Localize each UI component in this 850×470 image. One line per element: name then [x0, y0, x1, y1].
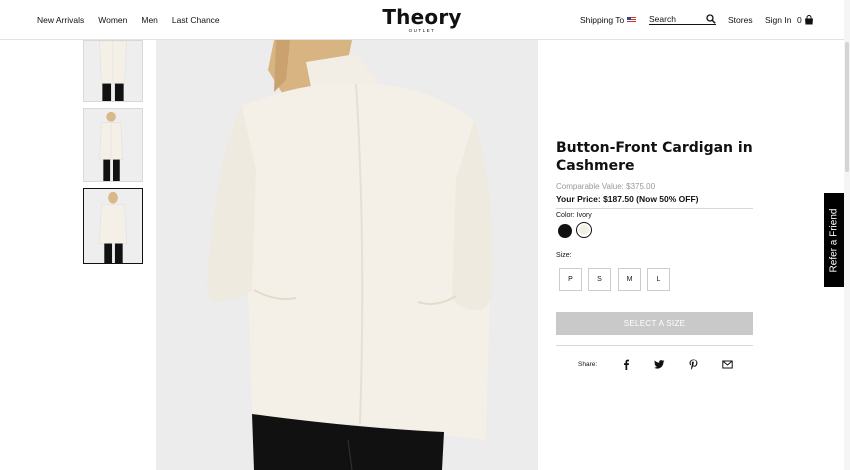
- product-title: Button-Front Cardigan in Cashmere: [556, 140, 753, 174]
- thumbnail-1-image: [84, 41, 142, 101]
- nav-men[interactable]: Men: [141, 15, 158, 25]
- pinterest-icon[interactable]: [688, 357, 699, 370]
- thumbnail-3-image: [84, 189, 142, 263]
- twitter-icon[interactable]: [654, 357, 665, 369]
- shipping-label: Shipping To: [580, 15, 625, 25]
- search-icon[interactable]: [706, 13, 716, 24]
- size-option-l[interactable]: L: [647, 268, 670, 291]
- main-nav: New Arrivals Women Men Last Chance: [37, 15, 220, 25]
- scrollbar-thumb[interactable]: [845, 42, 849, 172]
- cardigan-back-view-image: [156, 40, 538, 470]
- swatch-ivory-selected[interactable]: [576, 222, 592, 238]
- thumbnail-2-image: [84, 109, 142, 181]
- size-option-s[interactable]: S: [588, 268, 611, 291]
- select-a-size-button[interactable]: SELECT A SIZE: [556, 312, 753, 335]
- size-option-p[interactable]: P: [559, 268, 582, 291]
- comparable-value: Comparable Value: $375.00: [556, 182, 656, 191]
- bag-count: 0: [797, 15, 802, 25]
- us-flag-icon: [627, 17, 637, 23]
- shipping-selector[interactable]: Shipping To: [580, 15, 637, 25]
- swatch-black[interactable]: [558, 224, 572, 238]
- nav-women[interactable]: Women: [98, 15, 127, 25]
- divider-share: [556, 345, 753, 346]
- refer-a-friend-tab[interactable]: Refer a Friend: [824, 193, 844, 287]
- email-icon[interactable]: [722, 357, 733, 369]
- size-label: Size:: [556, 252, 572, 259]
- shopping-bag[interactable]: 0: [797, 15, 814, 25]
- color-label: Color:: [556, 212, 575, 219]
- logo[interactable]: Theory OUTLET: [382, 7, 462, 33]
- thumbnail-2[interactable]: [83, 108, 143, 182]
- thumbnail-3-selected[interactable]: [83, 188, 143, 264]
- search-field[interactable]: Search: [649, 13, 716, 25]
- size-option-m[interactable]: M: [618, 268, 641, 291]
- divider-price: [556, 208, 753, 209]
- share-label: Share:: [578, 361, 598, 368]
- refer-a-friend-label: Refer a Friend: [828, 208, 840, 272]
- product-main-image[interactable]: [156, 40, 538, 470]
- stores-link[interactable]: Stores: [728, 15, 753, 25]
- nav-new-arrivals[interactable]: New Arrivals: [37, 15, 84, 25]
- shopping-bag-icon: [804, 15, 814, 25]
- sign-in-link[interactable]: Sign In: [765, 15, 791, 25]
- site-header: New Arrivals Women Men Last Chance Theor…: [0, 0, 850, 40]
- nav-last-chance[interactable]: Last Chance: [172, 15, 220, 25]
- color-value: Ivory: [576, 212, 592, 219]
- logo-wordmark: Theory: [382, 5, 462, 29]
- color-row: Color: Ivory: [556, 212, 592, 219]
- thumbnail-1[interactable]: [83, 40, 143, 102]
- your-price: Your Price: $187.50 (Now 50% OFF): [556, 194, 699, 204]
- facebook-icon[interactable]: [621, 357, 632, 370]
- search-placeholder: Search: [649, 13, 676, 24]
